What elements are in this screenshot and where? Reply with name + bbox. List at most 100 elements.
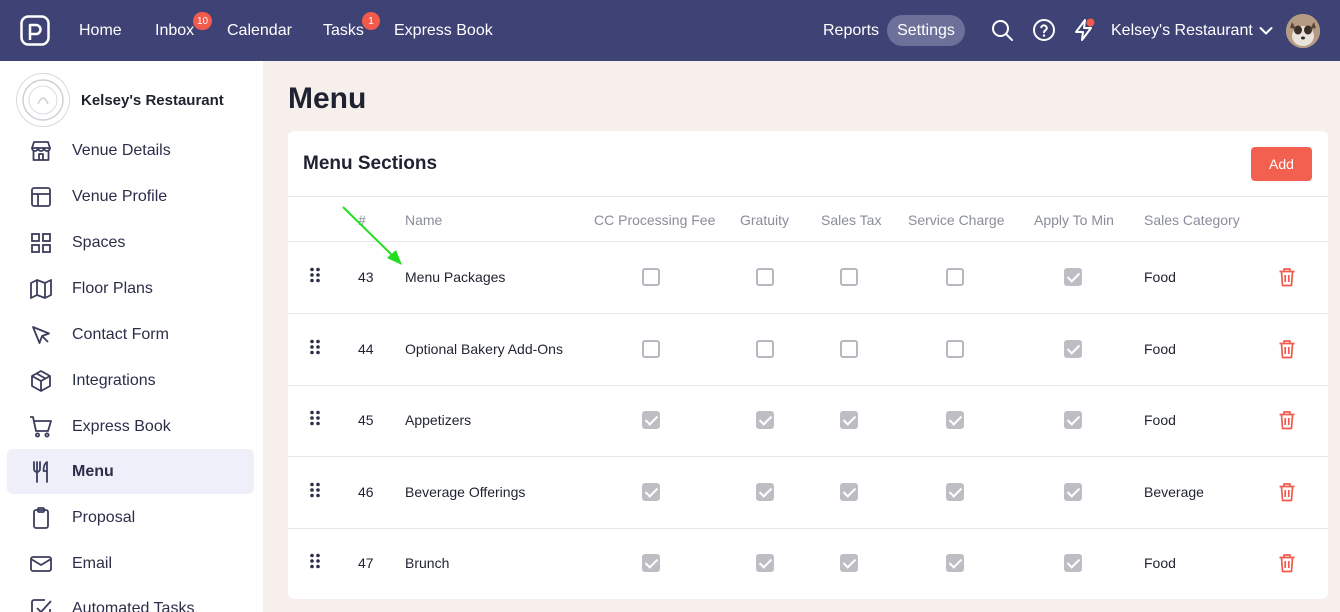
row-number: 45: [358, 412, 374, 428]
cc-processing-fee-checkbox[interactable]: [642, 411, 660, 429]
drag-handle-icon[interactable]: [309, 482, 321, 498]
service-charge-checkbox[interactable]: [946, 340, 964, 358]
sidebar-item-menu[interactable]: Menu: [7, 449, 254, 494]
venue-seal-icon: [22, 79, 64, 121]
sales-tax-checkbox[interactable]: [840, 340, 858, 358]
gratuity-checkbox[interactable]: [756, 411, 774, 429]
gratuity-checkbox[interactable]: [756, 554, 774, 572]
apply-to-min-checkbox[interactable]: [1064, 554, 1082, 572]
row-number: 43: [358, 269, 374, 285]
sales-tax-checkbox[interactable]: [840, 268, 858, 286]
help-icon[interactable]: [1032, 18, 1056, 42]
sidebar-item-floor-plans[interactable]: Floor Plans: [7, 266, 254, 311]
cc-processing-fee-checkbox[interactable]: [642, 340, 660, 358]
nav-settings[interactable]: Settings: [887, 15, 965, 46]
trash-icon[interactable]: [1278, 410, 1296, 430]
sidebar-item-label: Email: [72, 554, 113, 572]
nav-home[interactable]: Home: [79, 0, 122, 61]
table-row: 44 Optional Bakery Add-Ons Food: [288, 314, 1328, 386]
sidebar-item-email[interactable]: Email: [7, 541, 254, 586]
sidebar-item-label: Menu: [72, 462, 114, 480]
sales-tax-checkbox[interactable]: [840, 483, 858, 501]
table-row: 45 Appetizers Food: [288, 385, 1328, 457]
nav-calendar[interactable]: Calendar: [227, 0, 292, 61]
sidebar-item-express-book[interactable]: Express Book: [7, 404, 254, 449]
nav-inbox[interactable]: Inbox: [155, 0, 194, 61]
store-icon: [31, 140, 51, 161]
gratuity-checkbox[interactable]: [756, 483, 774, 501]
trash-icon[interactable]: [1278, 339, 1296, 359]
column-header-cc-processing-fee: CC Processing Fee: [594, 212, 716, 228]
row-number: 47: [358, 555, 374, 571]
service-charge-checkbox[interactable]: [946, 554, 964, 572]
sidebar-item-contact-form[interactable]: Contact Form: [7, 312, 254, 357]
add-button[interactable]: Add: [1251, 147, 1312, 181]
section-name[interactable]: Optional Bakery Add-Ons: [405, 341, 563, 357]
table-row: 43 Menu Packages Food: [288, 242, 1328, 314]
section-name[interactable]: Brunch: [405, 555, 449, 571]
column-header-gratuity: Gratuity: [740, 212, 790, 228]
cc-processing-fee-checkbox[interactable]: [642, 268, 660, 286]
nav-tasks[interactable]: Tasks: [323, 0, 364, 61]
section-name[interactable]: Appetizers: [405, 412, 471, 428]
sidebar-item-label: Express Book: [72, 417, 171, 435]
apply-to-min-checkbox[interactable]: [1064, 411, 1082, 429]
lightning-notification-icon[interactable]: [1072, 18, 1096, 42]
utensils-icon: [33, 460, 48, 483]
search-icon[interactable]: [990, 18, 1014, 42]
cube-icon: [31, 369, 51, 392]
page-title: Menu: [288, 82, 367, 115]
service-charge-checkbox[interactable]: [946, 411, 964, 429]
gratuity-checkbox[interactable]: [756, 268, 774, 286]
sidebar-item-label: Floor Plans: [72, 279, 153, 297]
sales-category: Food: [1144, 269, 1176, 285]
service-charge-checkbox[interactable]: [946, 268, 964, 286]
gratuity-checkbox[interactable]: [756, 340, 774, 358]
sales-tax-checkbox[interactable]: [840, 554, 858, 572]
sales-category: Food: [1144, 555, 1176, 571]
user-avatar[interactable]: [1286, 14, 1320, 48]
column-header-sales-category: Sales Category: [1144, 212, 1240, 228]
sidebar-item-automated-tasks[interactable]: Automated Tasks: [7, 586, 254, 612]
divider: [288, 196, 1328, 197]
account-switcher[interactable]: Kelsey's Restaurant: [1111, 0, 1273, 61]
app-logo-icon[interactable]: [20, 15, 50, 46]
column-header-sales-tax: Sales Tax: [821, 212, 882, 228]
sales-category: Food: [1144, 341, 1176, 357]
sales-tax-checkbox[interactable]: [840, 411, 858, 429]
sidebar-item-venue-profile[interactable]: Venue Profile: [7, 174, 254, 219]
cart-icon: [30, 415, 52, 437]
service-charge-checkbox[interactable]: [946, 483, 964, 501]
drag-handle-icon[interactable]: [309, 410, 321, 426]
settings-sidebar: Kelsey's Restaurant Venue Details Venue …: [0, 61, 263, 612]
trash-icon[interactable]: [1278, 553, 1296, 573]
apply-to-min-checkbox[interactable]: [1064, 483, 1082, 501]
tasks-count-badge: 1: [362, 12, 380, 30]
inbox-count-badge: 10: [193, 12, 213, 30]
sidebar-item-integrations[interactable]: Integrations: [7, 358, 254, 403]
sidebar-item-spaces[interactable]: Spaces: [7, 220, 254, 265]
nav-reports[interactable]: Reports: [823, 0, 879, 61]
section-name[interactable]: Menu Packages: [405, 269, 505, 285]
venue-name: Kelsey's Restaurant: [81, 91, 224, 109]
cc-processing-fee-checkbox[interactable]: [642, 483, 660, 501]
drag-handle-icon[interactable]: [309, 267, 321, 283]
cursor-icon: [32, 325, 50, 344]
sidebar-item-venue-details[interactable]: Venue Details: [7, 128, 254, 173]
drag-handle-icon[interactable]: [309, 339, 321, 355]
section-name[interactable]: Beverage Offerings: [405, 484, 525, 500]
drag-handle-icon[interactable]: [309, 553, 321, 569]
nav-express-book[interactable]: Express Book: [394, 0, 493, 61]
cc-processing-fee-checkbox[interactable]: [642, 554, 660, 572]
apply-to-min-checkbox[interactable]: [1064, 268, 1082, 286]
venue-logo: [16, 73, 70, 127]
trash-icon[interactable]: [1278, 267, 1296, 287]
sidebar-item-proposal[interactable]: Proposal: [7, 495, 254, 540]
check-square-icon: [31, 598, 52, 612]
sidebar-item-label: Integrations: [72, 371, 156, 389]
sidebar-item-label: Automated Tasks: [72, 599, 195, 612]
avatar-image-icon: [1286, 14, 1320, 48]
top-navigation-bar: Home Inbox 10 Calendar Tasks 1 Express B…: [0, 0, 1340, 61]
trash-icon[interactable]: [1278, 482, 1296, 502]
apply-to-min-checkbox[interactable]: [1064, 340, 1082, 358]
